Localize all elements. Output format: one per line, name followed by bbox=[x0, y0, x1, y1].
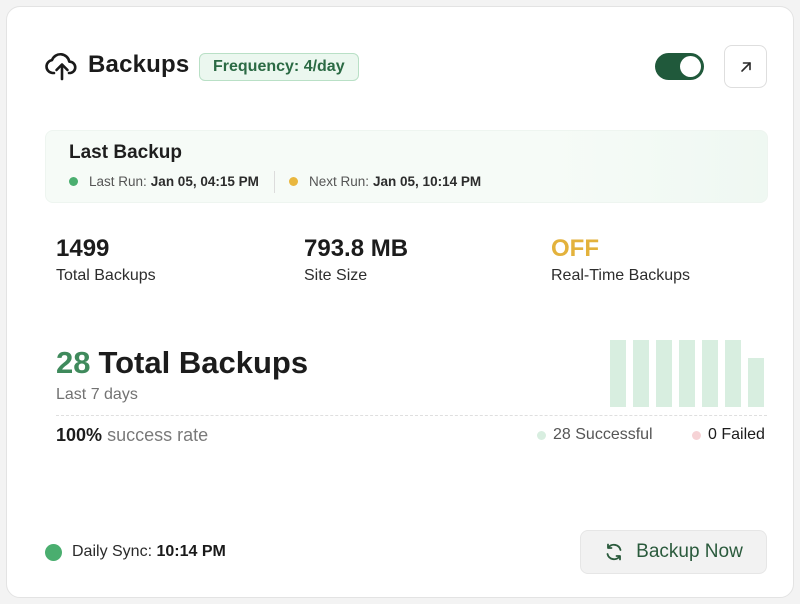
last-run-value: Jan 05, 04:15 PM bbox=[150, 174, 259, 189]
sync-status-dot-icon bbox=[45, 544, 62, 561]
successful-count: 28 Successful bbox=[553, 426, 653, 443]
total-backups-count: 28 bbox=[56, 345, 91, 380]
daily-backup-bar bbox=[656, 340, 672, 407]
success-dot-icon bbox=[69, 177, 78, 186]
daily-sync-label: Daily Sync: bbox=[72, 543, 153, 560]
next-run: Next Run: Jan 05, 10:14 PM bbox=[289, 174, 481, 189]
last-backup-title: Last Backup bbox=[69, 142, 182, 163]
pending-dot-icon bbox=[289, 177, 298, 186]
total-backups-title: Total Backups bbox=[98, 345, 309, 380]
daily-backup-bar bbox=[748, 358, 764, 407]
success-rate-value: 100% bbox=[56, 425, 103, 445]
page-title: Backups bbox=[88, 51, 190, 78]
daily-backups-chart bbox=[610, 340, 770, 407]
frequency-badge: Frequency: 4/day bbox=[199, 53, 359, 81]
period-label: Last 7 days bbox=[56, 386, 138, 403]
daily-sync: Daily Sync: 10:14 PM bbox=[72, 543, 226, 561]
cloud-upload-icon bbox=[45, 52, 77, 81]
last-backup-banner: Last Backup Last Run: Jan 05, 04:15 PM N… bbox=[45, 130, 768, 203]
next-run-label: Next Run: bbox=[309, 174, 370, 189]
stat-total-backups-value: 1499 bbox=[56, 235, 110, 262]
total-backups-heading: 28 Total Backups bbox=[56, 345, 308, 381]
failed-count: 0 Failed bbox=[708, 426, 765, 443]
success-rate-label: success rate bbox=[107, 425, 209, 445]
toggle-knob bbox=[680, 56, 701, 77]
daily-sync-time: 10:14 PM bbox=[156, 543, 226, 560]
backup-now-label: Backup Now bbox=[636, 541, 743, 562]
stat-site-size-value: 793.8 MB bbox=[304, 235, 409, 262]
divider bbox=[274, 171, 275, 193]
daily-backup-bar bbox=[725, 340, 741, 407]
arrow-up-right-icon bbox=[740, 61, 751, 72]
last-run-label: Last Run: bbox=[89, 174, 147, 189]
backup-now-button[interactable]: Backup Now bbox=[580, 530, 767, 574]
next-run-value: Jan 05, 10:14 PM bbox=[373, 174, 482, 189]
legend-failed: 0 Failed bbox=[692, 426, 765, 444]
refresh-icon bbox=[606, 543, 622, 561]
dashed-divider bbox=[56, 415, 767, 416]
successful-dot-icon bbox=[537, 430, 546, 440]
legend-successful: 28 Successful bbox=[537, 426, 653, 444]
last-run: Last Run: Jan 05, 04:15 PM bbox=[69, 174, 259, 189]
stat-total-backups-label: Total Backups bbox=[56, 267, 156, 284]
daily-backup-bar bbox=[610, 340, 626, 407]
stat-realtime-value: OFF bbox=[551, 235, 599, 262]
backups-card: Backups Frequency: 4/day Last Backup Las… bbox=[6, 6, 794, 598]
stat-site-size-label: Site Size bbox=[304, 267, 368, 284]
daily-backup-bar bbox=[679, 340, 695, 407]
stat-realtime-label: Real-Time Backups bbox=[551, 267, 691, 284]
failed-dot-icon bbox=[692, 430, 701, 440]
open-external-button[interactable] bbox=[724, 45, 767, 88]
daily-backup-bar bbox=[633, 340, 649, 407]
success-rate: 100% success rate bbox=[56, 425, 208, 446]
backups-toggle[interactable] bbox=[655, 53, 704, 80]
daily-backup-bar bbox=[702, 340, 718, 407]
